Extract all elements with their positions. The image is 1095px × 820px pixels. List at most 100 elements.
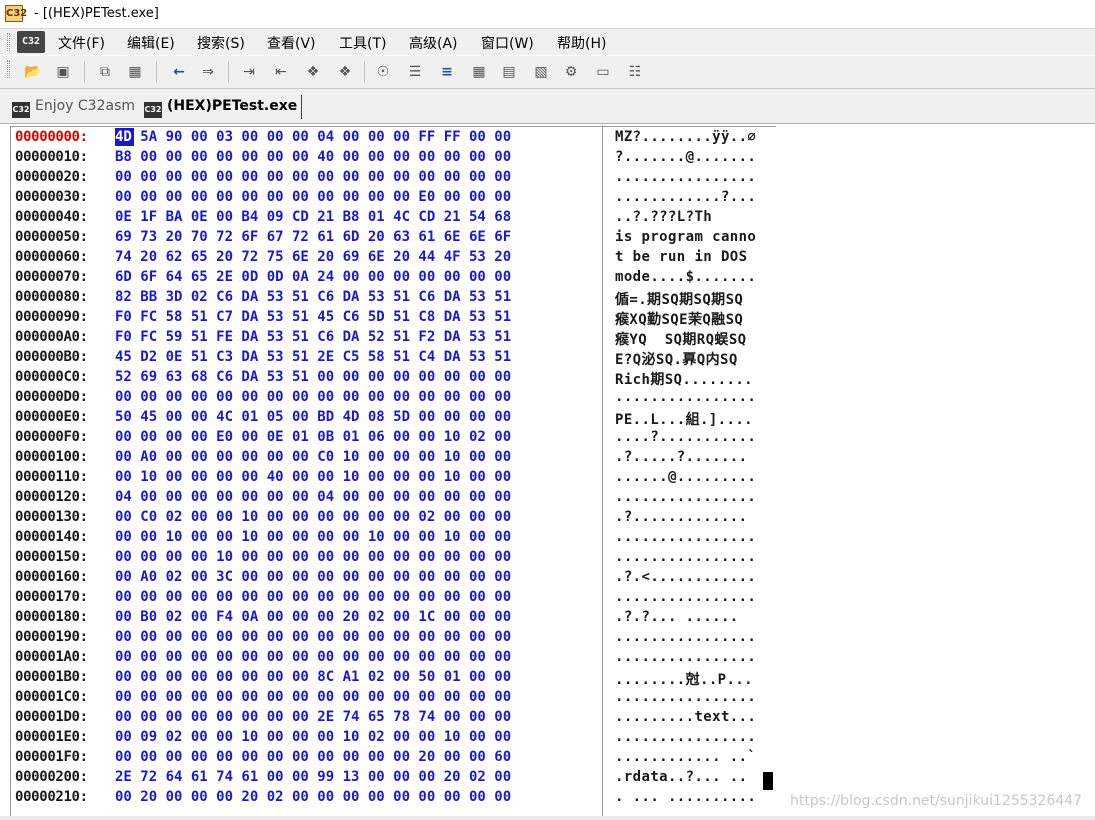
row-ascii[interactable]: PE..L...組.].... [615, 409, 753, 429]
bookmark-icon[interactable]: ❖ [304, 63, 322, 81]
hex-row[interactable]: 00000080: 82 BB 3D 02 C6 DA 53 51 C6 DA 5… [11, 287, 776, 309]
list-icon[interactable]: ☰ [406, 63, 424, 81]
settings-icon[interactable]: ⚙ [562, 63, 580, 81]
row-ascii[interactable]: ?.......@....... [615, 149, 756, 165]
hex-row[interactable]: 00000060: 74 20 62 65 20 72 75 6E 20 69 6… [11, 247, 776, 267]
hex-row[interactable]: 00000150: 00 00 00 00 10 00 00 00 00 00 0… [11, 547, 776, 567]
row-ascii[interactable]: .?.?... ...... [615, 609, 739, 625]
row-hex-bytes[interactable]: 00 00 00 00 E0 00 0E 01 0B 01 06 00 00 1… [115, 429, 511, 445]
row-hex-bytes[interactable]: 52 69 63 68 C6 DA 53 51 00 00 00 00 00 0… [115, 369, 511, 385]
row-ascii[interactable]: . ... .......... [615, 789, 756, 805]
hex-row[interactable]: 00000000: 4D 5A 90 00 03 00 00 00 04 00 0… [11, 127, 776, 147]
row-hex-bytes[interactable]: F0 FC 59 51 FE DA 53 51 C6 DA 52 51 F2 D… [115, 329, 511, 345]
hex-row[interactable]: 00000160: 00 A0 02 00 3C 00 00 00 00 00 0… [11, 567, 776, 587]
hex-row[interactable]: 000000C0: 52 69 63 68 C6 DA 53 51 00 00 0… [11, 367, 776, 389]
row-ascii[interactable]: ................ [615, 729, 756, 745]
hex-row[interactable]: 00000190: 00 00 00 00 00 00 00 00 00 00 0… [11, 627, 776, 647]
align-icon[interactable]: ≡ [438, 63, 456, 81]
row-hex-bytes[interactable]: 00 00 10 00 00 10 00 00 00 00 10 00 00 1… [115, 529, 511, 545]
hex-row[interactable]: 00000030: 00 00 00 00 00 00 00 00 00 00 0… [11, 187, 776, 207]
hex-row[interactable]: 00000110: 00 10 00 00 00 00 40 00 00 10 0… [11, 467, 776, 487]
row-ascii[interactable]: Rich期SQ........ [615, 369, 753, 389]
row-hex-bytes[interactable]: 00 00 00 00 00 00 00 00 00 00 00 00 20 0… [115, 749, 511, 765]
row-hex-bytes[interactable]: 00 00 00 00 00 00 00 00 00 00 00 00 00 0… [115, 689, 511, 705]
menu-edit[interactable]: 编辑(E) [127, 33, 175, 53]
hex-row[interactable]: 000001C0: 00 00 00 00 00 00 00 00 00 00 0… [11, 687, 776, 707]
outdent-icon[interactable]: ⇤ [272, 63, 290, 81]
row-hex-bytes[interactable]: 00 20 00 00 00 20 02 00 00 00 00 00 00 0… [115, 789, 511, 805]
hex-row[interactable]: 000001E0: 00 09 02 00 00 10 00 00 00 10 0… [11, 727, 776, 747]
row-hex-bytes[interactable]: 82 BB 3D 02 C6 DA 53 51 C6 DA 53 51 C6 D… [115, 289, 511, 305]
row-ascii[interactable]: ................ [615, 549, 756, 565]
row-ascii[interactable]: ............ ..` [615, 749, 756, 765]
hex-row[interactable]: 00000070: 6D 6F 64 65 2E 0D 0D 0A 24 00 0… [11, 267, 776, 287]
hex-row[interactable]: 00000040: 0E 1F BA 0E 00 B4 09 CD 21 B8 0… [11, 207, 776, 227]
row-hex-bytes[interactable]: 00 00 00 00 00 00 00 00 2E 74 65 78 74 0… [115, 709, 511, 725]
window-icon[interactable]: ▭ [594, 63, 612, 81]
menu-file[interactable]: 文件(F) [58, 33, 105, 53]
grid-dotted-icon[interactable]: ▧ [532, 63, 550, 81]
row-ascii[interactable]: ................ [615, 649, 756, 665]
row-ascii[interactable]: .?............. [615, 509, 747, 525]
row-hex-bytes[interactable]: 00 00 00 00 00 00 00 00 00 00 00 00 00 0… [115, 629, 511, 645]
bookmark-next-icon[interactable]: ❖ [336, 63, 354, 81]
hex-row[interactable]: 00000120: 04 00 00 00 00 00 00 00 04 00 0… [11, 487, 776, 507]
row-hex-bytes[interactable]: 2E 72 64 61 74 61 00 00 99 13 00 00 00 2… [115, 769, 511, 785]
hex-row[interactable]: 000001D0: 00 00 00 00 00 00 00 00 2E 74 6… [11, 707, 776, 727]
row-hex-bytes[interactable]: 74 20 62 65 20 72 75 6E 20 69 6E 20 44 4… [115, 249, 511, 265]
row-ascii[interactable]: t be run in DOS [615, 249, 756, 265]
row-hex-bytes[interactable]: 00 00 00 00 10 00 00 00 00 00 00 00 00 0… [115, 549, 511, 565]
hex-row[interactable]: 00000170: 00 00 00 00 00 00 00 00 00 00 0… [11, 587, 776, 607]
row-ascii[interactable]: .?.<............ [615, 569, 756, 585]
hex-row[interactable]: 000000D0: 00 00 00 00 00 00 00 00 00 00 0… [11, 387, 776, 407]
row-hex-bytes[interactable]: 00 00 00 00 00 00 00 00 00 00 00 00 00 0… [115, 389, 511, 405]
row-ascii[interactable]: MZ?........ÿÿ..∅ [615, 129, 756, 145]
menu-advanced[interactable]: 高级(A) [409, 33, 458, 53]
hex-row[interactable]: 00000210: 00 20 00 00 00 20 02 00 00 00 0… [11, 787, 776, 807]
copy-icon[interactable]: ⧉ [96, 63, 114, 81]
row-hex-bytes[interactable]: 00 A0 02 00 3C 00 00 00 00 00 00 00 00 0… [115, 569, 511, 585]
row-ascii[interactable]: 偱=.期SQ期SQ期SQ [615, 289, 743, 309]
row-ascii[interactable]: 瘊YQ SQ期RQ蜈SQ [615, 329, 747, 349]
row-hex-bytes[interactable]: 6D 6F 64 65 2E 0D 0D 0A 24 00 00 00 00 0… [115, 269, 511, 285]
hex-row[interactable]: 00000200: 2E 72 64 61 74 61 00 00 99 13 0… [11, 767, 776, 787]
hex-row[interactable]: 00000090: F0 FC 58 51 C7 DA 53 51 45 C6 5… [11, 307, 776, 328]
row-ascii[interactable]: E?Q泌SQ.奡Q内SQ [615, 349, 738, 369]
row-ascii[interactable]: .rdata..?... .. [615, 769, 747, 785]
menu-app-icon[interactable]: C32 [17, 31, 45, 53]
row-hex-bytes[interactable]: 00 B0 02 00 F4 0A 00 00 00 20 02 00 1C 0… [115, 609, 511, 625]
hex-row[interactable]: 00000130: 00 C0 02 00 00 10 00 00 00 00 0… [11, 507, 776, 527]
properties-icon[interactable]: ▦ [126, 63, 144, 81]
tab-enjoy-c32asm[interactable]: C32 Enjoy C32asm [12, 95, 135, 119]
row-hex-bytes[interactable]: 00 00 00 00 00 00 00 00 00 00 00 00 00 0… [115, 589, 511, 605]
menubar-grip[interactable] [7, 33, 10, 51]
row-hex-bytes[interactable]: 00 10 00 00 00 00 40 00 00 10 00 00 00 1… [115, 469, 511, 485]
back-arrow-icon[interactable]: ← [170, 63, 188, 81]
row-ascii[interactable]: ................ [615, 389, 756, 405]
open-folder-icon[interactable]: 📂 [24, 63, 42, 81]
row-ascii[interactable]: ....?........... [615, 429, 756, 445]
row-ascii[interactable]: ................ [615, 689, 756, 705]
hex-row[interactable]: 000000E0: 50 45 00 00 4C 01 05 00 BD 4D 0… [11, 407, 776, 429]
row-ascii[interactable]: .........text... [615, 709, 756, 725]
menu-help[interactable]: 帮助(H) [557, 33, 606, 53]
hex-row[interactable]: 00000140: 00 00 10 00 00 10 00 00 00 00 1… [11, 527, 776, 547]
row-hex-bytes[interactable]: 4D 5A 90 00 03 00 00 00 04 00 00 00 FF F… [115, 129, 511, 145]
row-hex-bytes[interactable]: 00 00 00 00 00 00 00 00 00 00 00 00 E0 0… [115, 189, 511, 205]
menu-view[interactable]: 查看(V) [267, 33, 316, 53]
save-icon[interactable]: ▣ [54, 63, 72, 81]
grid-icon[interactable]: ▦ [470, 63, 488, 81]
hex-row[interactable]: 000001B0: 00 00 00 00 00 00 00 00 8C A1 0… [11, 667, 776, 689]
toolbar-grip[interactable] [7, 60, 10, 78]
row-hex-bytes[interactable]: 45 D2 0E 51 C3 DA 53 51 2E C5 58 51 C4 D… [115, 349, 511, 365]
row-hex-bytes[interactable]: 69 73 20 70 72 6F 67 72 61 6D 20 63 61 6… [115, 229, 511, 245]
hex-row[interactable]: 000000A0: F0 FC 59 51 FE DA 53 51 C6 DA 5… [11, 327, 776, 349]
hex-editor[interactable]: 00000000: 4D 5A 90 00 03 00 00 00 04 00 0… [10, 126, 776, 817]
row-ascii[interactable]: ........尅..P... [615, 669, 753, 689]
hex-row[interactable]: 00000020: 00 00 00 00 00 00 00 00 00 00 0… [11, 167, 776, 187]
row-hex-bytes[interactable]: F0 FC 58 51 C7 DA 53 51 45 C6 5D 51 C8 D… [115, 309, 511, 325]
hex-row[interactable]: 000001A0: 00 00 00 00 00 00 00 00 00 00 0… [11, 647, 776, 667]
row-hex-bytes[interactable]: B8 00 00 00 00 00 00 00 40 00 00 00 00 0… [115, 149, 511, 165]
row-ascii[interactable]: ................ [615, 589, 756, 605]
row-hex-bytes[interactable]: 00 A0 00 00 00 00 00 00 C0 10 00 00 00 1… [115, 449, 511, 465]
